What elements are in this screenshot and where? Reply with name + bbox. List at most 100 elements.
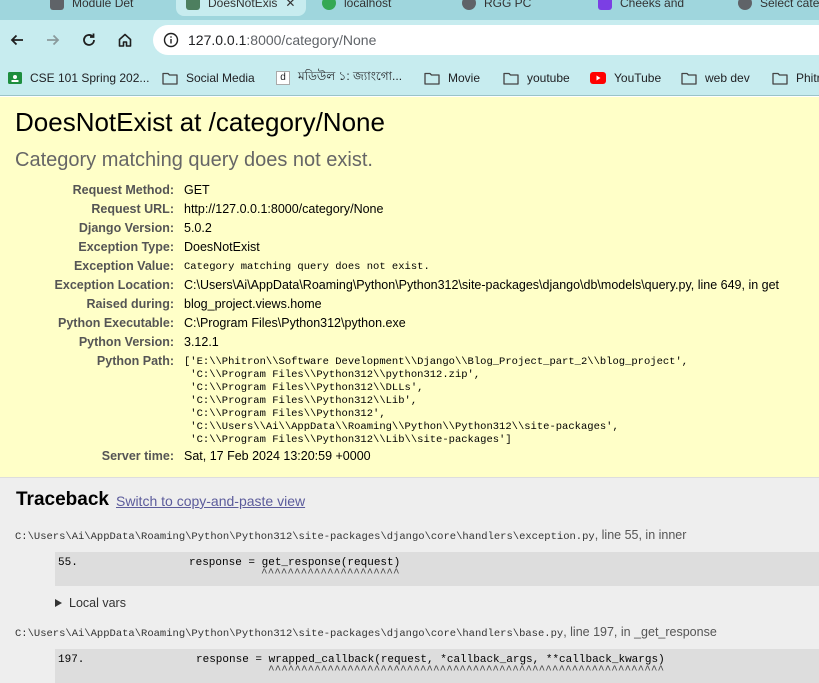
error-message: Category matching query does not exist.: [15, 149, 373, 171]
python-path-list: ['E:\\Phitron\\Software Development\\Dja…: [184, 356, 689, 446]
github-icon: [462, 0, 476, 10]
tab-label: Select cate: [760, 0, 819, 10]
bookmark-social-media[interactable]: Social Media: [162, 69, 255, 87]
meta-key: Python Executable:: [58, 316, 174, 330]
url-path: :8000/category/None: [246, 32, 377, 48]
bookmark-cse101[interactable]: CSE 101 Spring 202...: [8, 69, 149, 87]
tab-favicon-icon: [50, 0, 64, 10]
back-arrow-icon: [10, 34, 23, 46]
meta-value: C:\Program Files\Python312\python.exe: [184, 316, 406, 330]
frame-where: , line 197, in _get_response: [563, 625, 717, 639]
meta-value: 3.12.1: [184, 335, 219, 349]
url-text[interactable]: 127.0.0.1:8000/category/None: [188, 32, 376, 48]
switch-view-link[interactable]: Switch to copy-and-paste view: [116, 493, 305, 509]
back-button[interactable]: [5, 28, 29, 52]
meta-key: Django Version:: [78, 221, 174, 235]
tab-label: RGG PC: [484, 0, 532, 10]
frame-lineno: 55.: [58, 557, 78, 569]
forward-button[interactable]: [41, 28, 65, 52]
reload-icon: [83, 33, 95, 46]
folder-icon: [503, 72, 519, 85]
tab-select-category[interactable]: Select cate: [728, 0, 819, 16]
tab-doesnotexist[interactable]: DoesNotExis ✕: [176, 0, 306, 16]
bookmarks-bar: CSE 101 Spring 202... Social Media d মডি…: [0, 60, 819, 96]
bootstrap-icon: [598, 0, 612, 10]
tab-localhost[interactable]: localhost: [312, 0, 442, 16]
meta-key: Server time:: [101, 449, 174, 463]
frame-path: C:\Users\Ai\AppData\Roaming\Python\Pytho…: [15, 531, 595, 543]
tab-label: DoesNotExis: [208, 0, 278, 10]
bookmark-movie[interactable]: Movie: [424, 69, 480, 87]
bookmark-label: Social Media: [186, 71, 255, 85]
local-vars-toggle[interactable]: Local vars: [55, 596, 126, 610]
url-host: 127.0.0.1: [188, 32, 247, 48]
bookmark-label: youtube: [527, 71, 570, 85]
error-title: DoesNotExist at /category/None: [15, 107, 385, 137]
tab-favicon-icon: [322, 0, 336, 10]
error-summary: DoesNotExist at /category/None Category …: [0, 97, 819, 478]
meta-key: Python Path:: [96, 354, 174, 368]
meta-key: Python Version:: [78, 335, 174, 349]
bookmark-label: YouTube: [614, 71, 662, 85]
meta-key: Exception Value:: [73, 259, 174, 273]
meta-key: Request Method:: [72, 183, 174, 197]
bookmark-label: Phitr: [796, 71, 819, 85]
meta-value: http://127.0.0.1:8000/category/None: [184, 202, 384, 216]
meta-key: Request URL:: [91, 202, 174, 216]
bookmark-label: web dev: [705, 71, 750, 85]
disclosure-triangle-icon: [55, 599, 62, 607]
bookmark-label: Movie: [448, 71, 481, 85]
traceback-section: Traceback Switch to copy-and-paste view …: [0, 478, 819, 683]
bookmark-phitron[interactable]: Phitr: [772, 69, 819, 87]
meta-value: blog_project.views.home: [184, 297, 322, 311]
folder-icon: [162, 72, 178, 85]
tab-module-details[interactable]: Module Det: [40, 0, 170, 16]
frame-file: C:\Users\Ai\AppData\Roaming\Python\Pytho…: [15, 528, 686, 543]
tab-label: Cheeks and: [620, 0, 685, 10]
youtube-icon: [590, 72, 606, 84]
traceback-title: Traceback: [16, 489, 109, 510]
bookmark-youtube[interactable]: YouTube: [590, 69, 661, 87]
local-vars-label: Local vars: [69, 596, 126, 610]
frame-carets: ^^^^^^^^^^^^^^^^^^^^^: [261, 568, 400, 580]
tab-cheeks[interactable]: Cheeks and: [588, 0, 718, 16]
frame-path: C:\Users\Ai\AppData\Roaming\Python\Pytho…: [15, 628, 564, 640]
tab-label: Module Det: [72, 0, 134, 10]
meta-value: C:\Users\Ai\AppData\Roaming\Python\Pytho…: [184, 278, 780, 292]
frame-context-line[interactable]: 197. response = wrapped_callback(request…: [55, 649, 819, 683]
d-icon: d: [276, 71, 290, 85]
django-favicon-icon: [186, 0, 200, 10]
home-button[interactable]: [113, 28, 137, 52]
reload-button[interactable]: [77, 28, 101, 52]
meta-key: Exception Type:: [78, 240, 174, 254]
classroom-icon: [8, 72, 22, 84]
folder-icon: [424, 72, 440, 85]
tab-label: localhost: [344, 0, 392, 10]
bookmark-web-dev[interactable]: web dev: [681, 69, 750, 87]
meta-key: Exception Location:: [54, 278, 174, 292]
folder-icon: [681, 72, 697, 85]
meta-value: Category matching query does not exist.: [184, 261, 430, 273]
home-icon: [118, 33, 132, 47]
tab-rgg-pc[interactable]: RGG PC: [452, 0, 582, 16]
meta-value: Sat, 17 Feb 2024 13:20:59 +0000: [184, 449, 371, 463]
frame-lineno: 197.: [58, 654, 85, 666]
site-info-icon[interactable]: [163, 32, 179, 48]
meta-key: Raised during:: [86, 297, 174, 311]
meta-value: 5.0.2: [184, 221, 212, 235]
meta-value: GET: [184, 183, 210, 197]
meta-value: DoesNotExist: [184, 240, 260, 254]
address-bar[interactable]: 127.0.0.1:8000/category/None: [153, 25, 819, 55]
tab-strip: Module Det DoesNotExis ✕ localhost RGG P…: [0, 0, 819, 20]
bookmark-label: CSE 101 Spring 202...: [30, 71, 150, 85]
github-icon: [738, 0, 752, 10]
frame-file: C:\Users\Ai\AppData\Roaming\Python\Pytho…: [15, 625, 717, 640]
bookmark-label: মডিউল ১: জ্যাংগো...: [298, 69, 403, 83]
bookmark-module1[interactable]: d মডিউল ১: জ্যাংগো...: [276, 69, 402, 87]
bookmark-youtube-folder[interactable]: youtube: [503, 69, 570, 87]
close-icon[interactable]: ✕: [285, 0, 295, 10]
frame-where: , line 55, in inner: [594, 528, 687, 542]
forward-arrow-icon: [47, 34, 60, 46]
folder-icon: [772, 72, 788, 85]
frame-context-line[interactable]: 55. response = get_response(request) ^^^…: [55, 552, 819, 586]
